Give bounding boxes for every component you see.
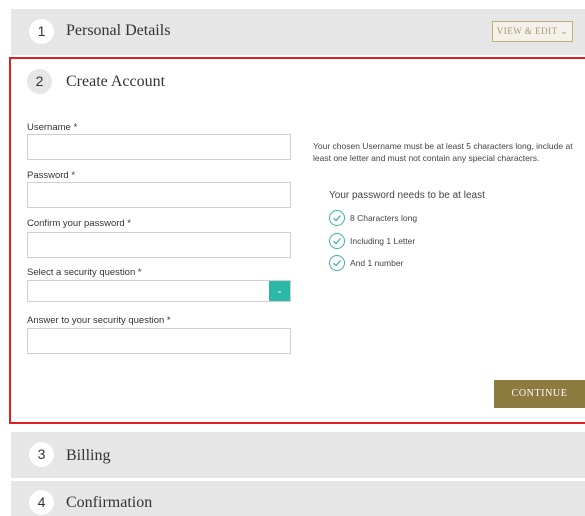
username-hint: Your chosen Username must be at least 5 … [313,141,573,163]
username-input[interactable] [27,134,291,160]
confirm-password-input[interactable] [27,232,291,258]
check-circle-icon [329,210,345,226]
view-edit-button[interactable]: VIEW & EDIT ⌄ [492,21,573,42]
confirm-password-label: Confirm your password * [27,218,132,229]
step-number: 3 [29,442,54,467]
chevron-down-icon[interactable]: ⌄ [269,281,290,301]
answer-label: Answer to your security question * [27,315,171,326]
requirement-text: Including 1 Letter [350,236,416,246]
step-title: Billing [66,447,111,464]
security-question-select[interactable]: ⌄ [27,280,291,302]
password-label: Password * [27,170,76,181]
step-number: 2 [27,69,52,94]
step-billing: 3 Billing [11,432,585,478]
step-personal-details: 1 Personal Details VIEW & EDIT ⌄ [11,9,585,55]
password-input[interactable] [27,182,291,208]
check-circle-icon [329,233,345,249]
username-label: Username * [27,122,78,133]
requirement-text: 8 Characters long [350,213,418,223]
step-title: Create Account [66,73,166,90]
requirement-text: And 1 number [350,258,404,268]
step-title: Confirmation [66,494,153,511]
step-confirmation: 4 Confirmation [11,481,585,516]
step-create-account: 2 Create Account Username * Password * C… [9,57,585,424]
step-title: Personal Details [66,22,171,39]
password-requirements-heading: Your password needs to be at least [329,190,485,201]
step-number: 1 [29,19,54,44]
check-circle-icon [329,255,345,271]
answer-input[interactable] [27,328,291,354]
step-number: 4 [29,490,54,515]
continue-button[interactable]: CONTINUE [494,380,585,408]
security-question-label: Select a security question * [27,267,142,278]
